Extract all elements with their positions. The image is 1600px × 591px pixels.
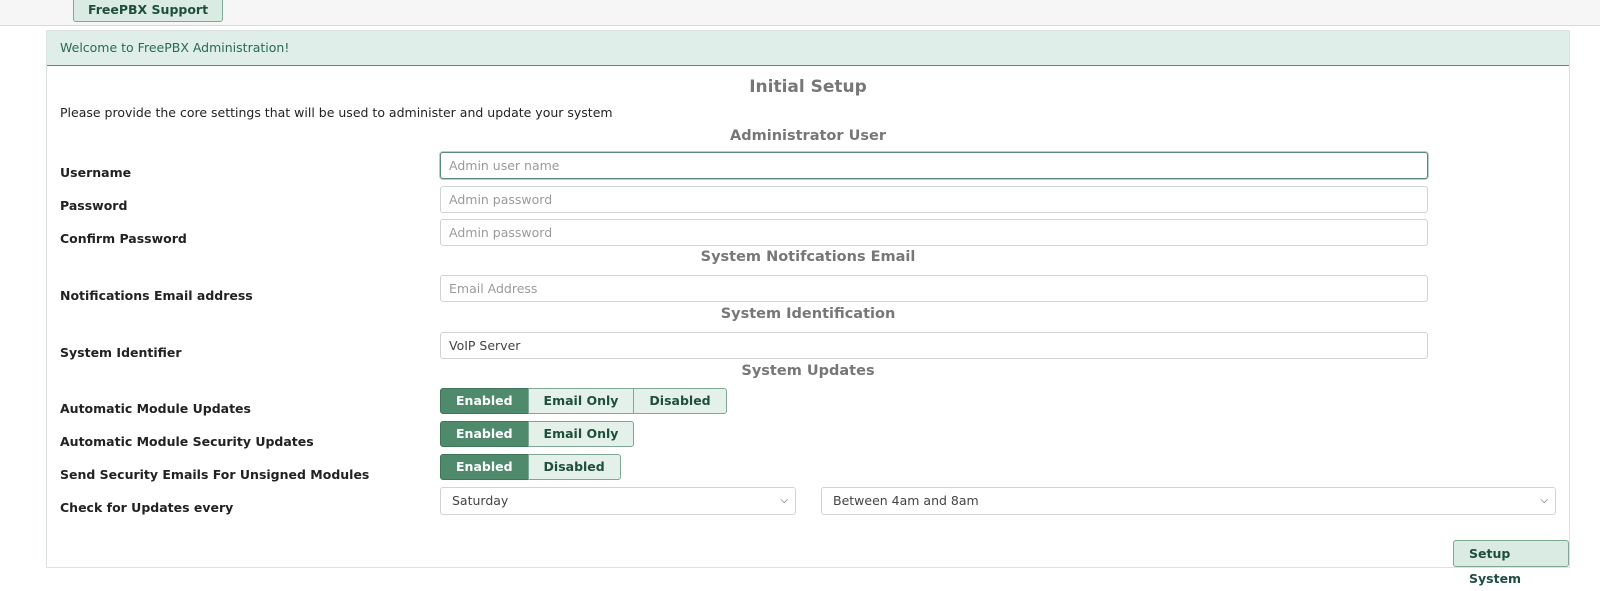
intro-text: Please provide the core settings that wi… [60, 105, 613, 120]
unsigned-emails-toggle: Enabled Disabled [440, 454, 621, 480]
username-input[interactable] [440, 152, 1428, 179]
top-bar: FreePBX Support [0, 0, 1600, 26]
unsigned-emails-enabled-button[interactable]: Enabled [440, 454, 529, 480]
module-updates-toggle: Enabled Email Only Disabled [440, 388, 727, 414]
unsigned-emails-disabled-button[interactable]: Disabled [527, 454, 621, 480]
confirm-password-input[interactable] [440, 219, 1428, 246]
username-label: Username [60, 165, 132, 180]
password-label: Password [60, 198, 128, 213]
security-updates-label: Automatic Module Security Updates [60, 434, 314, 449]
module-updates-label: Automatic Module Updates [60, 401, 251, 416]
notifications-email-input[interactable] [440, 275, 1428, 302]
setup-panel: Welcome to FreePBX Administration! Initi… [46, 30, 1570, 586]
module-updates-email-only-button[interactable]: Email Only [527, 388, 635, 414]
unsigned-emails-label: Send Security Emails For Unsigned Module… [60, 467, 370, 482]
security-updates-enabled-button[interactable]: Enabled [440, 421, 529, 447]
setup-system-button[interactable]: Setup System [1453, 540, 1569, 586]
module-updates-enabled-button[interactable]: Enabled [440, 388, 529, 414]
chevron-down-icon: ⌵ [780, 495, 788, 506]
section-title-notifications: System Notifcations Email [700, 249, 916, 265]
confirm-password-label: Confirm Password [60, 231, 187, 246]
password-input[interactable] [440, 186, 1428, 213]
section-title-identification: System Identification [720, 306, 896, 322]
freepbx-support-button[interactable]: FreePBX Support [73, 0, 224, 22]
update-day-select[interactable]: Saturday ⌵ [440, 487, 796, 515]
update-day-value: Saturday [452, 493, 509, 508]
module-updates-disabled-button[interactable]: Disabled [633, 388, 727, 414]
chevron-down-icon: ⌵ [1540, 495, 1548, 506]
update-time-value: Between 4am and 8am [833, 493, 979, 508]
section-title-administrator: Administrator User [730, 128, 886, 144]
panel-heading: Welcome to FreePBX Administration! [47, 31, 1569, 66]
security-updates-toggle: Enabled Email Only [440, 421, 635, 447]
section-title-updates: System Updates [741, 363, 875, 379]
update-time-select[interactable]: Between 4am and 8am ⌵ [821, 487, 1556, 515]
security-updates-email-only-button[interactable]: Email Only [527, 421, 635, 447]
system-identifier-input[interactable] [440, 332, 1428, 359]
page-title: Initial Setup [749, 77, 867, 97]
check-updates-label: Check for Updates every [60, 500, 234, 515]
notifications-email-label: Notifications Email address [60, 288, 253, 303]
system-identifier-label: System Identifier [60, 345, 182, 360]
